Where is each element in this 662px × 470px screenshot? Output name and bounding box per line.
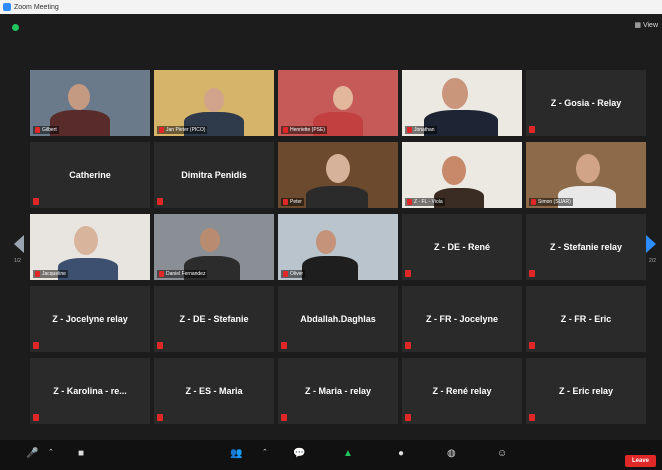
record-icon[interactable]: ● [398,448,404,459]
muted-mic-icon [529,126,535,133]
participant-name-label: Jan Pieter (PICO) [157,126,208,134]
participants-icon[interactable]: 👥 [230,448,242,459]
participant-tile[interactable]: Henriette (PSE) [278,70,398,136]
participant-name: Z - DE - René [433,242,490,252]
zoom-app-icon [3,3,11,11]
muted-mic-icon [405,270,411,277]
participant-name-label: Gilbert [33,126,59,134]
share-screen-icon[interactable]: ▲ [343,448,353,459]
participant-name-label: Jacqueline [33,270,68,278]
participant-name: Dimitra Penidis [181,170,247,180]
interpretation-globe-icon[interactable]: ◍ [447,448,456,459]
reactions-icon[interactable]: ☺ [497,448,507,459]
audio-options-chevron-icon[interactable]: ⌃ [48,448,54,456]
page-indicator-left: 1/2 [14,258,21,264]
muted-mic-icon [33,342,39,349]
participant-tile[interactable]: Dimitra Penidis [154,142,274,208]
muted-mic-icon [281,414,287,421]
participant-tile[interactable]: Z - FR - Eric [526,286,646,352]
participant-name-label: Henriette (PSE) [281,126,328,134]
meeting-toolbar [0,440,662,470]
title-bar: Zoom Meeting [0,0,662,14]
participant-name: Z - René relay [432,386,492,396]
participant-tile[interactable]: Z - ES - Maria [154,358,274,424]
participant-tile[interactable]: Daniel Fernandez [154,214,274,280]
participant-name: Z - ES - Maria [185,386,243,396]
participant-tile[interactable]: Jan Pieter (PICO) [154,70,274,136]
encryption-shield-icon[interactable] [12,24,19,31]
participant-name-label: Peter [281,198,304,206]
view-button[interactable]: ▦ View [634,21,658,29]
participant-tile[interactable]: Z - FL - Viola [402,142,522,208]
participant-name: Z - Maria - relay [304,386,372,396]
leave-button[interactable]: Leave [624,455,656,467]
participant-name: Z - FR - Jocelyne [425,314,498,324]
participant-tile[interactable]: Z - FR - Jocelyne [402,286,522,352]
participant-name: Z - Stefanie relay [549,242,623,252]
participant-tile[interactable]: Abdallah.Daghlas [278,286,398,352]
participant-tile[interactable]: Peter [278,142,398,208]
participant-tile[interactable]: Jacqueline [30,214,150,280]
grid-view-icon: ▦ [634,22,641,29]
participant-name: Abdallah.Daghlas [300,314,376,324]
muted-mic-icon [157,198,163,205]
muted-mic-icon [405,414,411,421]
participant-name: Catherine [69,170,111,180]
window-title: Zoom Meeting [14,3,59,11]
participant-tile[interactable]: Z - DE - Stefanie [154,286,274,352]
participant-tile[interactable]: Catherine [30,142,150,208]
participants-chevron-icon[interactable]: ⌃ [262,448,268,456]
participant-tile[interactable]: Gilbert [30,70,150,136]
muted-mic-icon [157,414,163,421]
participant-name-label: Jonathan [405,126,437,134]
muted-mic-icon [157,342,163,349]
participant-tile[interactable]: Z - Eric relay [526,358,646,424]
gallery-grid: Gilbert Jan Pieter (PICO) Henriette (PSE) J… [30,70,646,426]
participant-tile[interactable]: Z - Stefanie relay [526,214,646,280]
muted-mic-icon [281,342,287,349]
mute-mic-icon[interactable]: 🎤 [26,448,38,459]
muted-mic-icon [529,414,535,421]
participant-tile[interactable]: Z - Gosia - Relay [526,70,646,136]
participant-name-label: Oliver [281,270,306,278]
muted-mic-icon [529,270,535,277]
chat-icon[interactable]: 💬 [293,448,305,459]
participant-tile[interactable]: Z - Jocelyne relay [30,286,150,352]
video-camera-icon[interactable]: ■ [78,448,84,459]
participant-name: Z - Karolina - re... [53,386,127,396]
previous-page-arrow-icon[interactable] [14,235,24,253]
next-page-arrow-icon[interactable] [646,235,656,253]
participant-tile[interactable]: Z - DE - René [402,214,522,280]
participant-name: Z - Gosia - Relay [550,98,622,108]
participant-tile[interactable]: Simon (SUAR) [526,142,646,208]
participant-name-label: Z - FL - Viola [405,198,445,206]
muted-mic-icon [529,342,535,349]
participant-name-label: Daniel Fernandez [157,270,208,278]
participant-tile[interactable]: Oliver [278,214,398,280]
page-indicator-right: 2/2 [649,258,656,264]
participant-tile[interactable]: Z - René relay [402,358,522,424]
muted-mic-icon [405,342,411,349]
participant-tile[interactable]: Z - Karolina - re... [30,358,150,424]
participant-name: Z - Jocelyne relay [52,314,128,324]
participant-name: Z - Eric relay [558,386,614,396]
muted-mic-icon [33,198,39,205]
participant-name: Z - DE - Stefanie [179,314,249,324]
participant-name: Z - FR - Eric [560,314,612,324]
participant-tile[interactable]: Jonathan [402,70,522,136]
muted-mic-icon [33,414,39,421]
participant-name-label: Simon (SUAR) [529,198,573,206]
participant-tile[interactable]: Z - Maria - relay [278,358,398,424]
